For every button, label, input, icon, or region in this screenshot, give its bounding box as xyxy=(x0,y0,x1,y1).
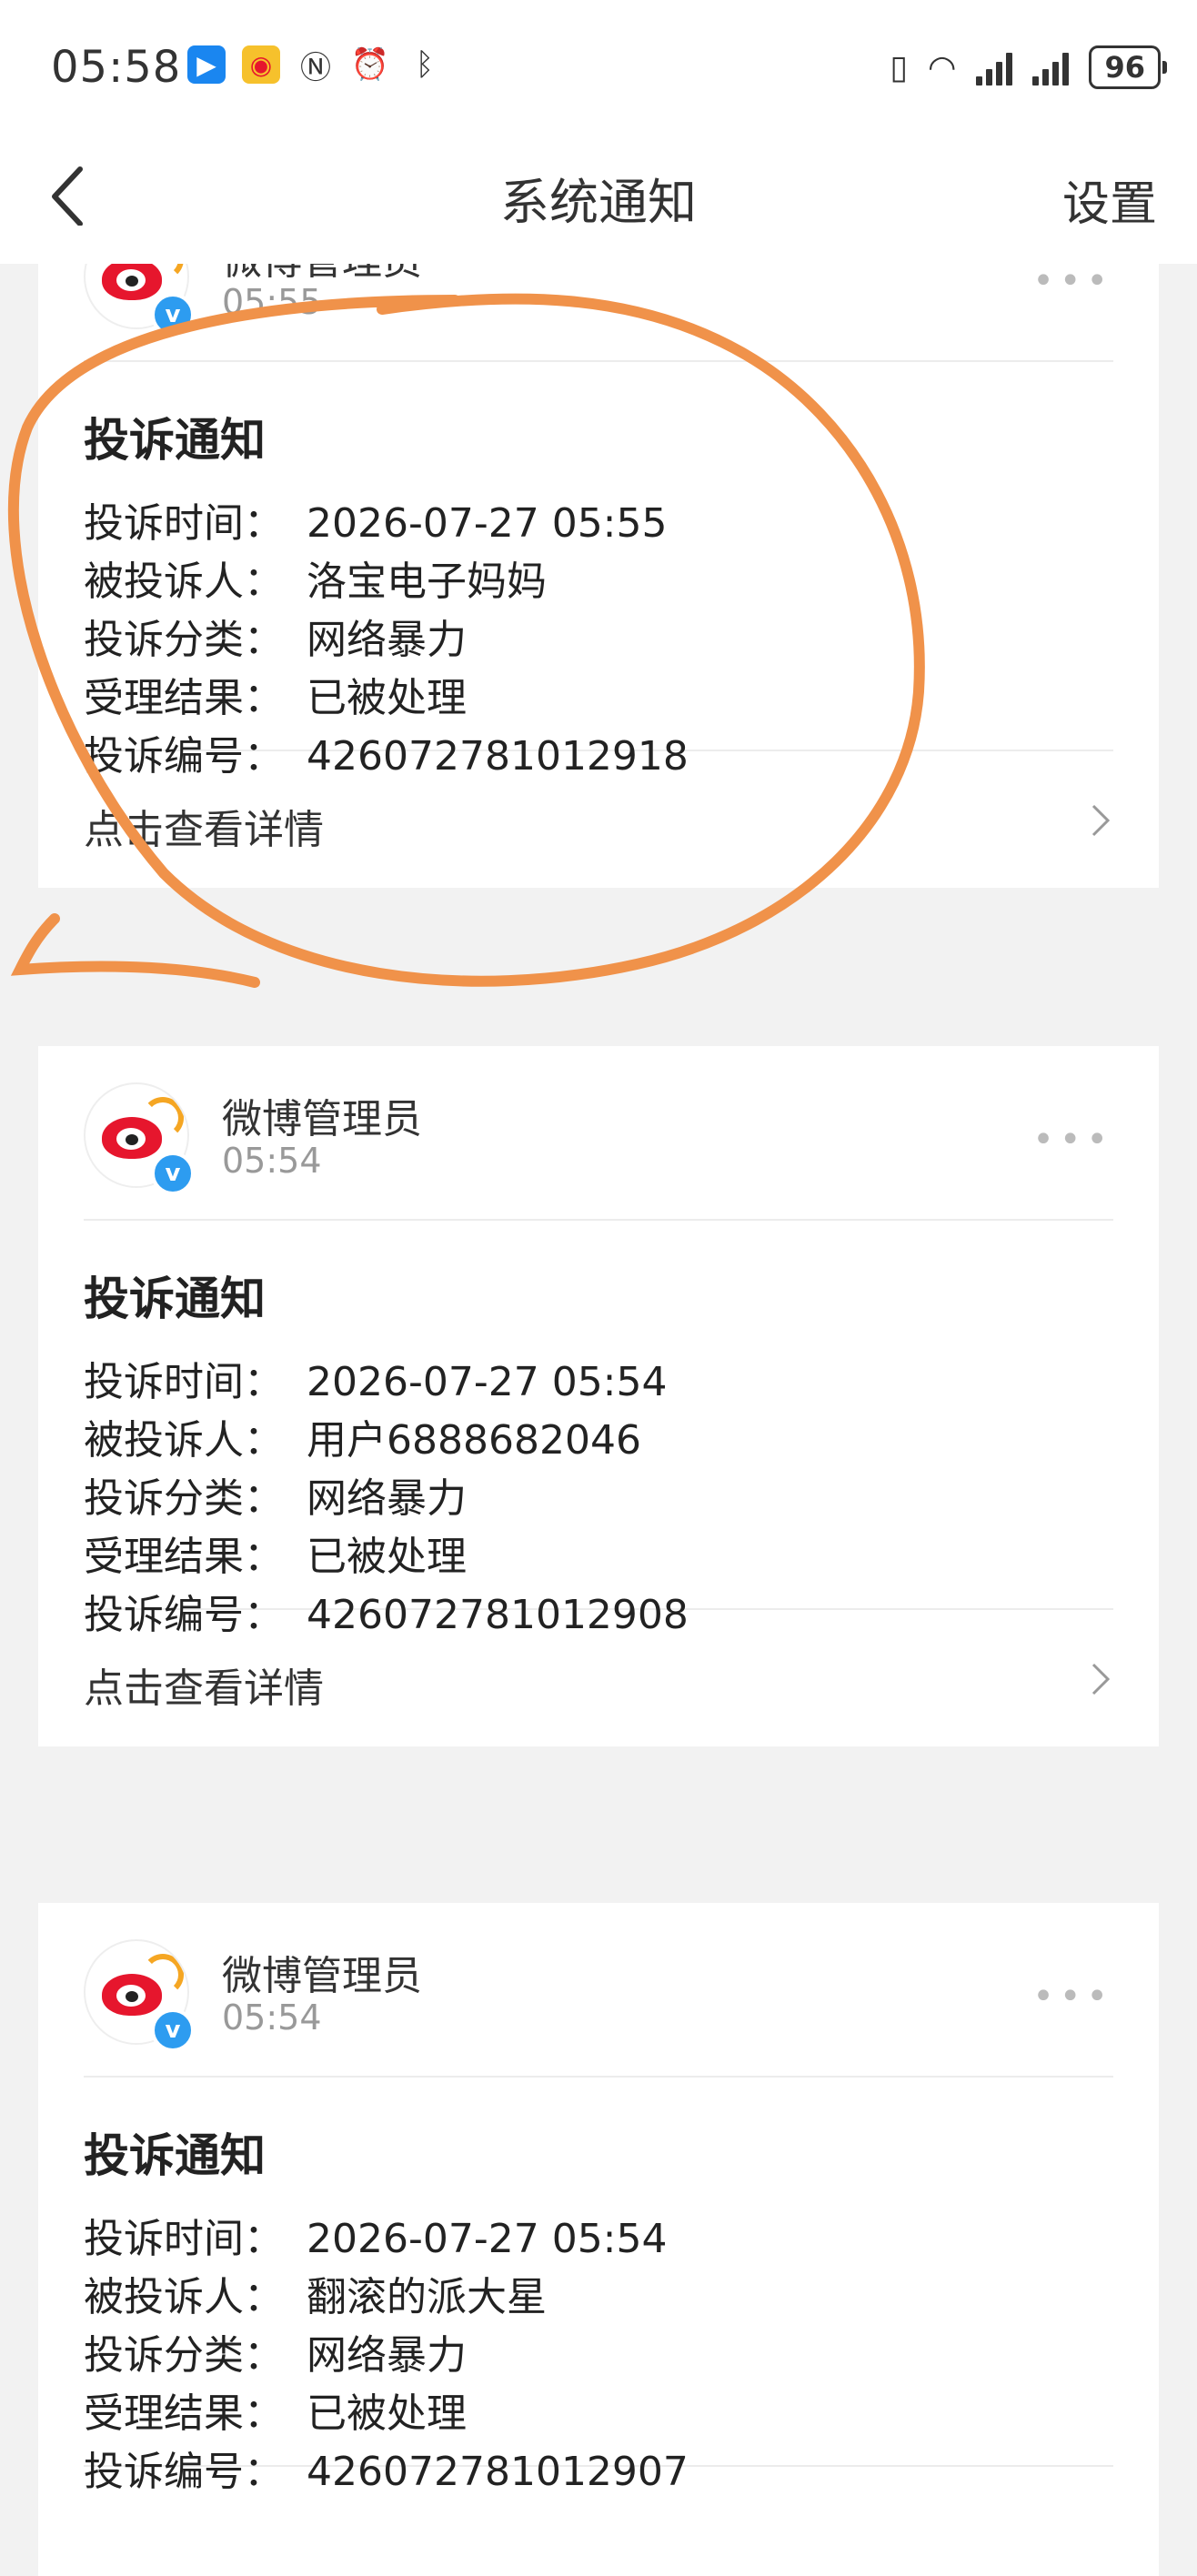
notice-title: 投诉通知 xyxy=(84,414,266,467)
more-options-icon[interactable]: ••• xyxy=(1032,260,1113,302)
status-icons-left: ▶ ◉ Ⓝ ⏰ ᛒ xyxy=(187,45,444,86)
card-body: 投诉通知 投诉时间： 2026-07-27 05:54 被投诉人： 翻滚的派大星 投… xyxy=(84,2078,1113,2495)
battery-indicator: 96 xyxy=(1089,45,1167,89)
app-blue-icon: ▶ xyxy=(187,45,226,84)
field-row: 投诉分类： 网络暴力 xyxy=(84,617,467,663)
verified-badge-icon: v xyxy=(151,2008,195,2052)
view-details-link[interactable]: 点击查看详情 xyxy=(84,797,324,855)
nfc-icon: Ⓝ xyxy=(300,49,331,86)
view-details-row[interactable]: 点击查看详情 xyxy=(84,751,1113,888)
wifi-6-icon: ◠ xyxy=(928,48,957,86)
more-options-icon[interactable]: ••• xyxy=(1032,1119,1113,1161)
field-row: 被投诉人： 用户6888682046 xyxy=(84,1417,641,1464)
card-body: 投诉通知 投诉时间： 2026-07-27 05:55 被投诉人： 洛宝电子妈妈 投… xyxy=(84,362,1113,780)
card-header: v 微博管理员 05:54 ••• xyxy=(84,1903,1113,2078)
field-row: 被投诉人： 洛宝电子妈妈 xyxy=(84,558,547,605)
signal-icon xyxy=(976,49,1013,86)
view-details-row[interactable]: 点击查看详情 xyxy=(84,1610,1113,1746)
notification-card: v 微博管理员 05:54 ••• 投诉通知 投诉时间： 2026-07-27 0… xyxy=(38,1903,1159,2576)
page-title: 系统通知 xyxy=(500,174,697,231)
sender-name[interactable]: 微博管理员 xyxy=(222,1086,422,1144)
view-details-link[interactable]: 点击查看详情 xyxy=(84,1655,324,1714)
sender-name[interactable]: 微博管理员 xyxy=(222,1943,422,2001)
verified-badge-icon: v xyxy=(151,293,195,337)
field-row: 投诉时间： 2026-07-27 05:54 xyxy=(84,2216,668,2262)
field-row: 投诉编号： 426072781012907 xyxy=(84,2449,689,2495)
chevron-right-icon xyxy=(1091,804,1111,837)
card-body: 投诉通知 投诉时间： 2026-07-27 05:54 被投诉人： 用户688868… xyxy=(84,1221,1113,1638)
field-row: 投诉时间： 2026-07-27 05:55 xyxy=(84,500,668,547)
message-time: 05:55 xyxy=(222,282,322,322)
chevron-right-icon xyxy=(1091,1663,1111,1696)
notification-card: v 微博管理员 05:55 ••• 投诉通知 投诉时间：2026-07-27 0… xyxy=(38,173,1159,888)
more-options-icon[interactable]: ••• xyxy=(1032,1976,1113,2018)
notification-card: v 微博管理员 05:54 ••• 投诉通知 投诉时间： 2026-07-27 0… xyxy=(38,1046,1159,1746)
settings-button[interactable]: 设置 xyxy=(1062,166,1157,234)
field-row: 受理结果： 已被处理 xyxy=(84,675,467,721)
notice-title: 投诉通知 xyxy=(84,2129,266,2182)
status-bar: 05:58 ▶ ◉ Ⓝ ⏰ ᛒ ▯ ◠ 96 xyxy=(0,0,1197,146)
field-row: 投诉分类： 网络暴力 xyxy=(84,2332,467,2379)
vibrate-icon: ▯ xyxy=(890,48,909,86)
field-row: 受理结果： 已被处理 xyxy=(84,2390,467,2437)
field-row: 投诉分类： 网络暴力 xyxy=(84,1475,467,1522)
card-header: v 微博管理员 05:54 ••• xyxy=(84,1046,1113,1221)
notice-title: 投诉通知 xyxy=(84,1273,266,1325)
field-row: 投诉时间： 2026-07-27 05:54 xyxy=(84,1359,668,1405)
status-time: 05:58 xyxy=(51,42,182,93)
message-time: 05:54 xyxy=(222,1997,322,2038)
alarm-icon: ⏰ xyxy=(350,46,390,83)
field-row: 被投诉人： 翻滚的派大星 xyxy=(84,2274,547,2320)
bluetooth-icon: ᛒ xyxy=(415,46,435,83)
verified-badge-icon: v xyxy=(151,1152,195,1195)
weibo-icon: ◉ xyxy=(242,45,280,84)
signal-icon xyxy=(1032,49,1070,86)
field-row: 受理结果： 已被处理 xyxy=(84,1534,467,1580)
status-icons-right: ▯ ◠ 96 xyxy=(890,45,1167,89)
message-time: 05:54 xyxy=(222,1141,322,1181)
